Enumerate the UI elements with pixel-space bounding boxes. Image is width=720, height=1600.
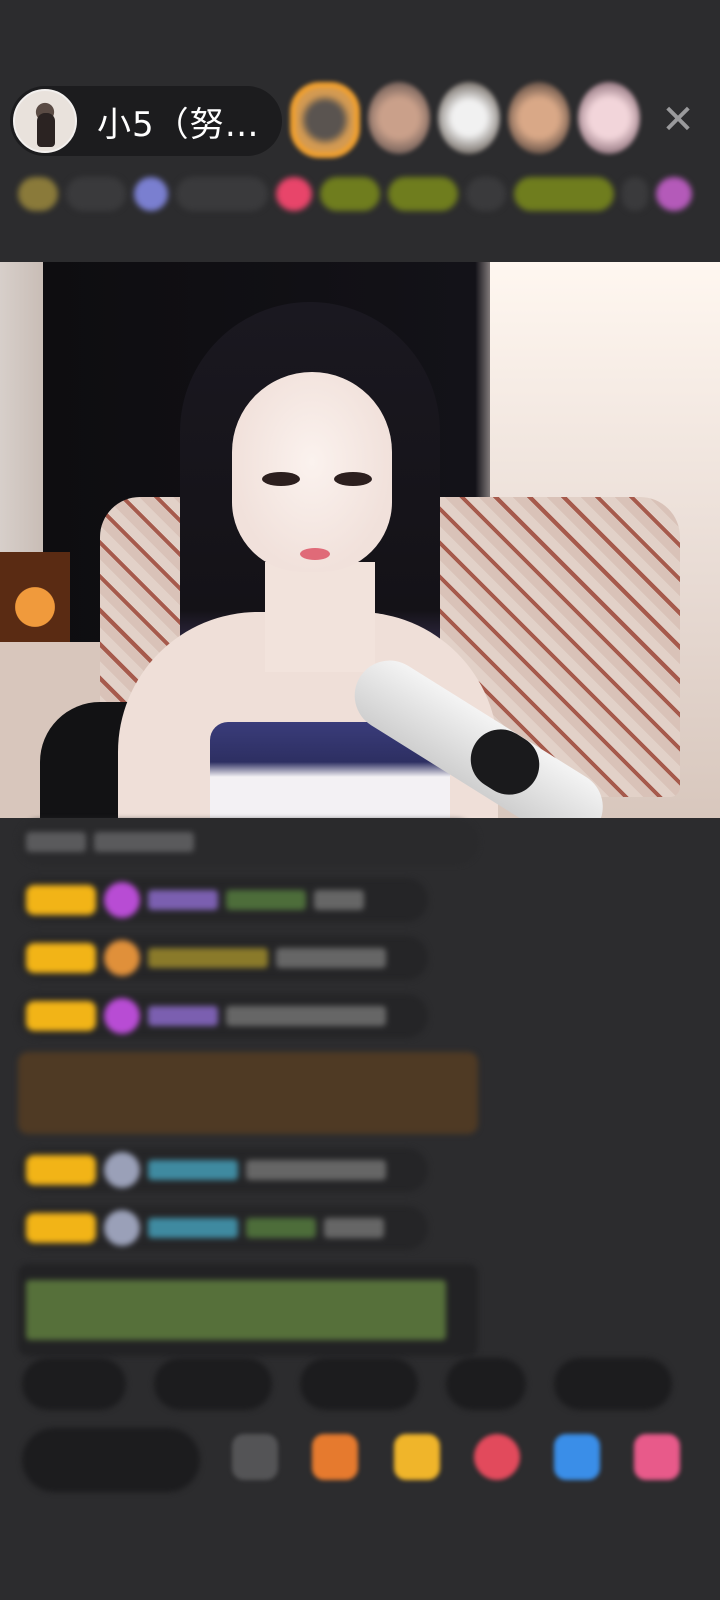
quick-reply-chip[interactable] xyxy=(300,1358,418,1410)
viewer-avatar[interactable] xyxy=(508,82,570,154)
live-stream-screen: 小5（努… ✕ xyxy=(0,0,720,1600)
chat-message xyxy=(18,1148,428,1192)
comment-input[interactable] xyxy=(22,1428,200,1492)
stream-info-strip[interactable] xyxy=(18,170,698,218)
chat-list[interactable] xyxy=(18,820,488,1370)
host-info-pill[interactable]: 小5（努… xyxy=(10,86,282,156)
chat-message xyxy=(18,994,428,1038)
fan-club-icon[interactable] xyxy=(474,1434,520,1480)
gift-box-icon[interactable] xyxy=(312,1434,358,1480)
red-packet-icon[interactable] xyxy=(394,1434,440,1480)
chat-message-highlight xyxy=(18,1052,478,1134)
quick-reply-chip[interactable] xyxy=(154,1358,272,1410)
viewer-avatar[interactable] xyxy=(368,82,430,154)
host-avatar[interactable] xyxy=(13,89,77,153)
viewer-avatar[interactable] xyxy=(438,82,500,154)
chat-message xyxy=(18,1206,428,1250)
quick-reply-row[interactable] xyxy=(22,1358,672,1410)
chat-message xyxy=(18,936,428,980)
live-video[interactable] xyxy=(0,262,720,818)
quick-reply-chip[interactable] xyxy=(554,1358,672,1410)
quick-reply-chip[interactable] xyxy=(446,1358,526,1410)
viewer-avatar[interactable] xyxy=(290,82,360,158)
system-notice xyxy=(18,1264,478,1356)
viewer-avatar[interactable] xyxy=(578,82,640,154)
top-viewers xyxy=(290,82,640,158)
host-name: 小5（努… xyxy=(97,104,260,145)
chat-message xyxy=(18,878,428,922)
chat-message xyxy=(18,820,478,864)
close-icon[interactable]: ✕ xyxy=(658,100,698,140)
game-icon[interactable] xyxy=(554,1434,600,1480)
quick-reply-chip[interactable] xyxy=(22,1358,126,1410)
emoji-icon[interactable] xyxy=(232,1434,278,1480)
gift-icon[interactable] xyxy=(634,1434,680,1480)
bottom-bar xyxy=(0,1420,720,1500)
